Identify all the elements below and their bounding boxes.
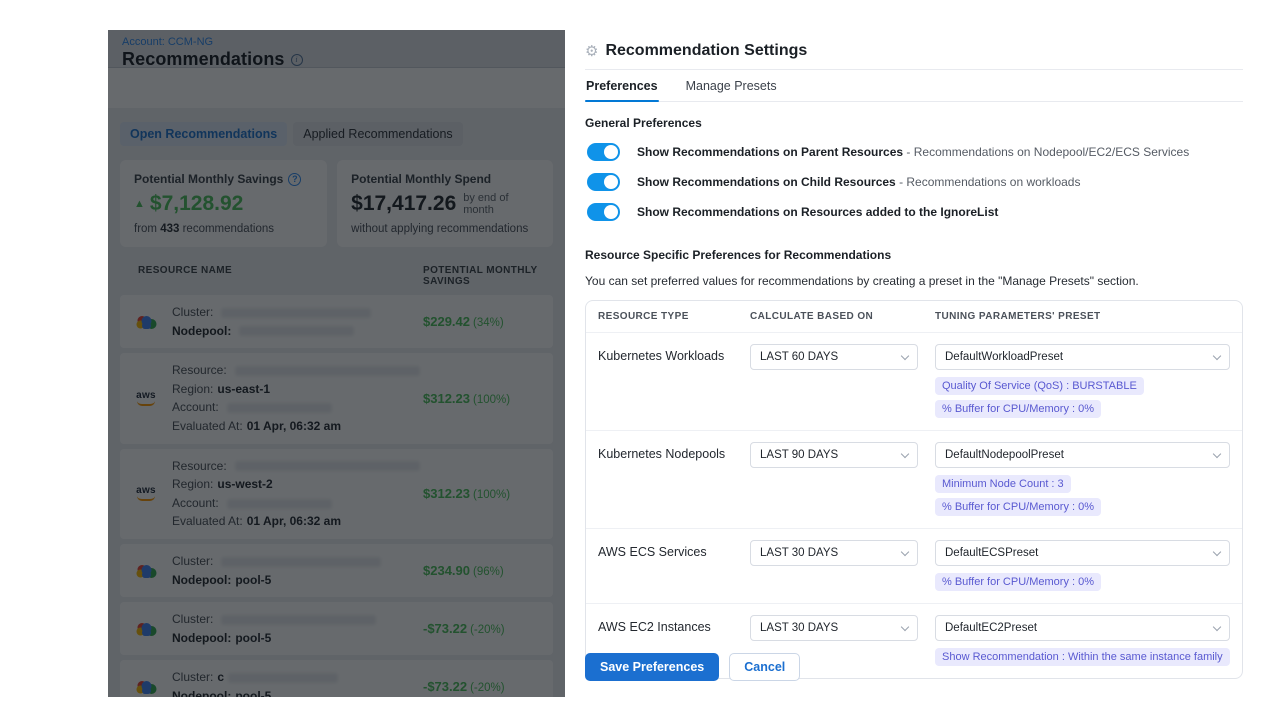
preference-toggle-row: Show Recommendations on Resources added … [587,202,1243,222]
settings-tabs: Preferences Manage Presets [585,70,1243,102]
resource-preferences-heading: Resource Specific Preferences for Recomm… [585,248,1243,262]
preset-parameter-chip: Quality Of Service (QoS) : BURSTABLE [935,377,1144,395]
toggle-label: Show Recommendations on Parent Resources… [637,145,1189,159]
toggle-label: Show Recommendations on Child Resources … [637,175,1080,189]
resource-preferences-description: You can set preferred values for recomme… [585,274,1243,288]
toggle-switch[interactable] [587,143,620,161]
resource-type-label: Kubernetes Nodepools [598,442,750,516]
general-preferences-heading: General Preferences [585,116,1243,130]
preferences-rows: Kubernetes WorkloadsLAST 60 DAYS DefaultW… [586,333,1242,678]
toggle-switch[interactable] [587,173,620,191]
column-calculate-based-on: CALCULATE BASED ON [750,311,935,322]
preset-parameter-chip: Minimum Node Count : 3 [935,475,1071,493]
recommendations-page: Account: CCM-NG Recommendations i Open R… [108,30,565,697]
tab-preferences[interactable]: Preferences [585,70,659,101]
recommendation-settings-drawer: ⚙ Recommendation Settings Preferences Ma… [565,30,1259,697]
resource-preference-row: Kubernetes NodepoolsLAST 90 DAYS DefaultN… [586,431,1242,529]
modal-overlay[interactable] [108,30,565,697]
chevron-down-icon [1212,449,1220,457]
resource-preference-row: Kubernetes WorkloadsLAST 60 DAYS DefaultW… [586,333,1242,431]
column-tuning-preset: TUNING PARAMETERS' PRESET [935,311,1230,322]
chevron-down-icon [901,547,909,555]
preset-parameter-chip: % Buffer for CPU/Memory : 0% [935,498,1101,516]
preset-parameter-chip: % Buffer for CPU/Memory : 0% [935,400,1101,418]
tab-manage-presets[interactable]: Manage Presets [685,70,778,101]
resource-type-label: AWS ECS Services [598,540,750,591]
calculate-based-on-select[interactable]: LAST 30 DAYS [750,615,918,641]
chevron-down-icon [1212,351,1220,359]
chevron-down-icon [901,351,909,359]
app-window: Account: CCM-NG Recommendations i Open R… [108,30,1172,697]
toggle-label: Show Recommendations on Resources added … [637,205,998,219]
preset-parameter-chip: % Buffer for CPU/Memory : 0% [935,573,1101,591]
general-preferences-toggles: Show Recommendations on Parent Resources… [585,142,1243,222]
resource-preferences-table: RESOURCE TYPE CALCULATE BASED ON TUNING … [585,300,1243,679]
settings-title: Recommendation Settings [605,42,807,60]
preference-toggle-row: Show Recommendations on Parent Resources… [587,142,1243,162]
gear-icon: ⚙ [585,44,598,59]
tuning-preset-select[interactable]: DefaultEC2Preset [935,615,1230,641]
chevron-down-icon [901,449,909,457]
save-preferences-button[interactable]: Save Preferences [585,653,719,681]
drawer-actions: Save Preferences Cancel [585,653,800,681]
resource-preference-row: AWS ECS ServicesLAST 30 DAYS DefaultECSPr… [586,529,1242,604]
preference-toggle-row: Show Recommendations on Child Resources … [587,172,1243,192]
chevron-down-icon [901,622,909,630]
tuning-preset-select[interactable]: DefaultECSPreset [935,540,1230,566]
calculate-based-on-select[interactable]: LAST 90 DAYS [750,442,918,468]
toggle-switch[interactable] [587,203,620,221]
chevron-down-icon [1212,622,1220,630]
tuning-preset-select[interactable]: DefaultNodepoolPreset [935,442,1230,468]
cancel-button[interactable]: Cancel [729,653,800,681]
screen: Account: CCM-NG Recommendations i Open R… [0,0,1280,720]
tuning-preset-select[interactable]: DefaultWorkloadPreset [935,344,1230,370]
calculate-based-on-select[interactable]: LAST 60 DAYS [750,344,918,370]
preferences-table-header: RESOURCE TYPE CALCULATE BASED ON TUNING … [586,301,1242,333]
chevron-down-icon [1212,547,1220,555]
column-resource-type: RESOURCE TYPE [598,311,750,322]
calculate-based-on-select[interactable]: LAST 30 DAYS [750,540,918,566]
preset-parameter-chip: Show Recommendation : Within the same in… [935,648,1230,666]
resource-type-label: Kubernetes Workloads [598,344,750,418]
